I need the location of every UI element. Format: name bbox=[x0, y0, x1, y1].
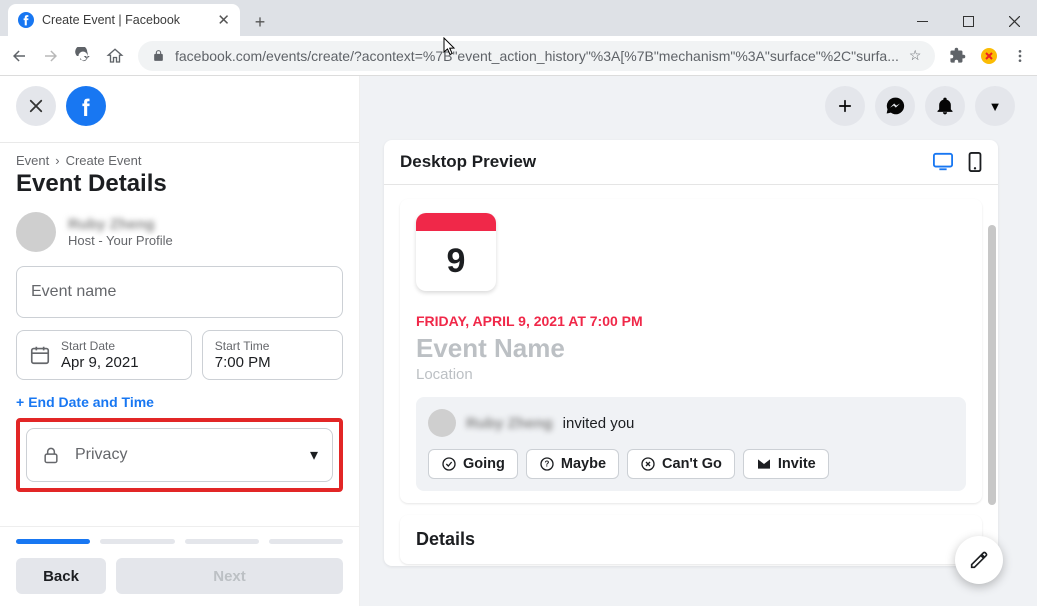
breadcrumb-current: Create Event bbox=[66, 153, 142, 168]
extensions-icon[interactable] bbox=[949, 47, 966, 64]
host-avatar bbox=[16, 212, 56, 252]
calendar-icon bbox=[29, 344, 51, 366]
start-time-label: Start Time bbox=[215, 339, 271, 353]
host-name: Ruby Zheng bbox=[68, 216, 173, 233]
rsvp-going-button[interactable]: Going bbox=[428, 449, 518, 479]
event-name-preview: Event Name bbox=[416, 333, 966, 364]
account-menu-button[interactable]: ▼ bbox=[975, 86, 1015, 126]
window-maximize-button[interactable] bbox=[945, 6, 991, 36]
privacy-selector[interactable]: Privacy ▾ bbox=[26, 428, 333, 482]
check-circle-icon bbox=[441, 456, 457, 472]
preview-card: Desktop Preview 9 Friday, April 9, 2021 … bbox=[384, 140, 998, 566]
question-circle-icon: ? bbox=[539, 456, 555, 472]
event-datetime-line: Friday, April 9, 2021 at 7:00 PM bbox=[416, 313, 966, 329]
host-row[interactable]: Ruby Zheng Host - Your Profile bbox=[16, 212, 343, 252]
messenger-button[interactable] bbox=[875, 86, 915, 126]
privacy-label: Privacy bbox=[75, 446, 127, 464]
details-heading: Details bbox=[416, 529, 966, 550]
notifications-button[interactable] bbox=[925, 86, 965, 126]
tab-close-icon[interactable]: ✕ bbox=[217, 11, 230, 29]
svg-text:?: ? bbox=[544, 460, 549, 469]
browser-tab[interactable]: Create Event | Facebook ✕ bbox=[8, 4, 240, 36]
details-card: Details bbox=[400, 515, 982, 564]
desktop-preview-icon[interactable] bbox=[932, 152, 954, 172]
nav-back-button[interactable] bbox=[10, 46, 28, 66]
event-name-input[interactable]: Event name bbox=[16, 266, 343, 318]
plus-icon: + bbox=[16, 394, 24, 410]
invited-you-text: invited you bbox=[563, 415, 635, 432]
start-time-value: 7:00 PM bbox=[215, 354, 271, 371]
url-text: facebook.com/events/create/?acontext=%7B… bbox=[175, 48, 899, 64]
bookmark-star-icon[interactable]: ☆ bbox=[909, 47, 922, 64]
edit-fab-button[interactable] bbox=[955, 536, 1003, 584]
host-subtext: Host - Your Profile bbox=[68, 233, 173, 248]
rsvp-invite-button[interactable]: Invite bbox=[743, 449, 829, 479]
facebook-logo-icon bbox=[74, 94, 98, 118]
chevron-down-icon: ▾ bbox=[310, 445, 318, 465]
lock-icon bbox=[152, 49, 165, 62]
rsvp-cant-go-button[interactable]: Can't Go bbox=[627, 449, 735, 479]
nav-home-button[interactable] bbox=[106, 46, 124, 66]
x-circle-icon bbox=[640, 456, 656, 472]
back-button[interactable]: Back bbox=[16, 558, 106, 594]
nav-reload-button[interactable] bbox=[74, 46, 92, 66]
scrollbar-thumb[interactable] bbox=[988, 225, 996, 505]
calendar-tearoff: 9 bbox=[416, 213, 496, 291]
tab-title: Create Event | Facebook bbox=[42, 13, 209, 27]
start-date-label: Start Date bbox=[61, 339, 139, 353]
envelope-icon bbox=[756, 456, 772, 472]
create-button[interactable] bbox=[825, 86, 865, 126]
create-event-sidebar: Event › Create Event Event Details Ruby … bbox=[0, 76, 360, 606]
inviter-avatar bbox=[428, 409, 456, 437]
window-close-button[interactable] bbox=[991, 6, 1037, 36]
chevron-down-icon: ▼ bbox=[989, 99, 1002, 114]
new-tab-button[interactable]: + bbox=[246, 8, 274, 36]
window-minimize-button[interactable] bbox=[899, 6, 945, 36]
page-title: Event Details bbox=[16, 170, 343, 198]
preview-header-title: Desktop Preview bbox=[400, 152, 536, 172]
inviter-name: Ruby Zheng bbox=[466, 415, 553, 432]
add-end-date-link[interactable]: + End Date and Time bbox=[16, 394, 343, 410]
plus-icon bbox=[836, 97, 854, 115]
breadcrumb-parent-link[interactable]: Event bbox=[16, 153, 49, 168]
facebook-logo-button[interactable] bbox=[66, 86, 106, 126]
extension-badge-icon[interactable] bbox=[980, 47, 998, 65]
mobile-preview-icon[interactable] bbox=[968, 152, 982, 172]
breadcrumb: Event › Create Event bbox=[16, 153, 343, 168]
url-bar[interactable]: facebook.com/events/create/?acontext=%7B… bbox=[138, 41, 935, 71]
event-location-preview: Location bbox=[416, 366, 966, 383]
messenger-icon bbox=[885, 96, 905, 116]
close-sidebar-button[interactable] bbox=[16, 86, 56, 126]
rsvp-maybe-button[interactable]: ? Maybe bbox=[526, 449, 619, 479]
lock-icon bbox=[41, 445, 61, 465]
nav-forward-button bbox=[42, 46, 60, 66]
start-date-value: Apr 9, 2021 bbox=[61, 354, 139, 371]
edit-icon bbox=[968, 549, 990, 571]
invite-box: Ruby Zheng invited you Going ? Maybe bbox=[416, 397, 966, 491]
next-button: Next bbox=[116, 558, 343, 594]
bell-icon bbox=[935, 96, 955, 116]
privacy-highlight: Privacy ▾ bbox=[16, 418, 343, 492]
start-time-field[interactable]: Start Time 7:00 PM bbox=[202, 330, 343, 380]
facebook-favicon bbox=[18, 12, 34, 28]
chrome-menu-icon[interactable] bbox=[1012, 48, 1028, 64]
close-icon bbox=[27, 97, 45, 115]
calendar-day-number: 9 bbox=[416, 231, 496, 291]
start-date-field[interactable]: Start Date Apr 9, 2021 bbox=[16, 330, 192, 380]
progress-indicator bbox=[16, 539, 343, 544]
